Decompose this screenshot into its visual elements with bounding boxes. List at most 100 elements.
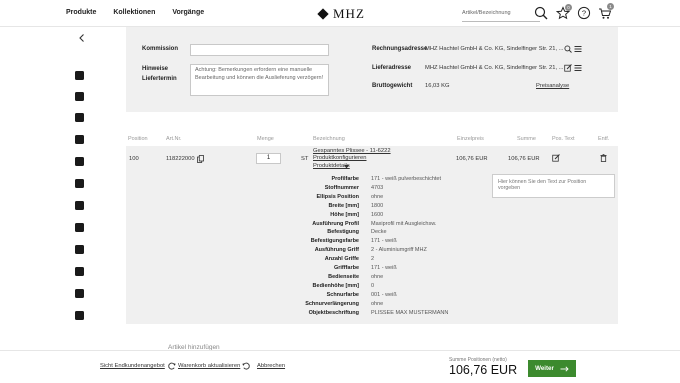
- hinweise-textarea[interactable]: Achtung: Bemerkungen erfordern eine manu…: [190, 64, 329, 96]
- roller-blind-icon[interactable]: [75, 71, 85, 81]
- attribute-label: Objektbeschriftung: [308, 309, 359, 316]
- attribute-label: Befestigungsfarbe: [310, 238, 359, 245]
- attribute-label: Ausführung Griff: [314, 247, 359, 254]
- curtain-icon[interactable]: [75, 157, 85, 167]
- menu-icon[interactable]: [574, 45, 582, 53]
- sum-value: 106,76 EUR: [449, 363, 518, 377]
- attribute-value: 171 - weiß: [371, 265, 397, 271]
- attribute-label: Ausführung Profil: [312, 220, 359, 227]
- attribute-label: Anzahl Griffe: [324, 256, 359, 263]
- chevron-down-icon: [344, 165, 349, 169]
- attribute-label: Profilfarbe: [331, 176, 359, 182]
- rechnungsadresse-value: MHZ Hachtel GmbH & Co. KG, Sindelfinger …: [425, 46, 564, 52]
- next-button-label: Weiter: [535, 365, 554, 372]
- logo[interactable]: MHZ: [317, 6, 365, 22]
- refresh-cart-icon: [168, 362, 176, 370]
- panel-icon[interactable]: [75, 179, 85, 189]
- favorites-badge: 0: [565, 4, 572, 11]
- col-position: Position: [128, 136, 148, 142]
- attribute-value: 2: [371, 256, 375, 263]
- attribute-value: PLISSEE MAX MUSTERMANN: [371, 309, 449, 316]
- trash-icon[interactable]: [600, 154, 607, 162]
- fabric-icon[interactable]: [75, 289, 85, 299]
- attribute-label: Grifffarbe: [333, 265, 359, 271]
- update-cart-link[interactable]: Warenkorb aktualisieren: [178, 363, 240, 369]
- address-search-icon[interactable]: [564, 45, 572, 53]
- rail-icon[interactable]: [75, 245, 85, 255]
- attribute-value: 2 - Aluminiumgriff MHZ: [371, 247, 427, 254]
- category-sidebar: [60, 27, 100, 357]
- col-entf: Entf.: [598, 136, 610, 142]
- attribute-value: ohne: [371, 273, 384, 280]
- vertical-blind-icon[interactable]: [75, 201, 85, 211]
- nav-produkte[interactable]: Produkte: [66, 9, 96, 16]
- row-artnr: 118222000: [166, 156, 195, 162]
- attribute-label: Bedienhöhe [mm]: [312, 282, 359, 289]
- svg-text:?: ?: [582, 9, 586, 18]
- col-bezeichnung: Bezeichnung: [313, 136, 345, 142]
- product-configure-link[interactable]: Produktkonfigurieren: [313, 155, 367, 161]
- product-title-link[interactable]: Gespanntes Plissee - 11-6222: [313, 148, 391, 154]
- attribute-value: 1600: [371, 211, 384, 218]
- logo-diamond-icon: [317, 8, 329, 20]
- liefertermin-label: Liefertermin: [142, 76, 177, 82]
- rechnungsadresse-label: Rechnungsadresse: [372, 46, 428, 52]
- nav-vorgaenge[interactable]: Vorgänge: [172, 9, 204, 16]
- bruttogewicht-value: 16,03 KG: [425, 83, 450, 89]
- search-icon[interactable]: [534, 6, 548, 20]
- attribute-value: ohne: [371, 300, 384, 307]
- col-menge: Menge: [257, 136, 274, 142]
- blind-icon[interactable]: [75, 92, 85, 102]
- top-bar: Produkte Kollektionen Vorgänge MHZ Artik…: [0, 0, 680, 27]
- accessory-icon[interactable]: [75, 311, 85, 321]
- attribute-value: Maxiprofil mit Ausgleichsw.: [371, 220, 437, 227]
- awning-icon[interactable]: [75, 223, 85, 233]
- hinweise-label: Hinweise: [142, 66, 169, 72]
- preisanalyse-link[interactable]: Preisanalyse: [536, 83, 569, 89]
- attribute-label: Schnurfarbe: [326, 291, 359, 298]
- col-pos-text: Pos. Text: [552, 136, 575, 142]
- bruttogewicht-label: Bruttogewicht: [372, 83, 413, 89]
- position-text-input[interactable]: Hier können Sie den Text zur Position vo…: [492, 174, 615, 198]
- nav-kollektionen[interactable]: Kollektionen: [113, 9, 155, 16]
- search-placeholder: Artikel/Bezeichnung: [462, 10, 511, 16]
- customer-offer-link[interactable]: Sicht Endkundenangebot: [100, 363, 165, 369]
- attribute-label: Bedienseite: [328, 273, 359, 280]
- attribute-label: Befestigung: [327, 229, 359, 236]
- col-summe: Summe: [517, 136, 536, 142]
- quantity-input[interactable]: 1: [256, 153, 281, 164]
- copy-icon[interactable]: [197, 155, 204, 163]
- attribute-value: Decke: [371, 229, 387, 236]
- menu-icon[interactable]: [574, 64, 582, 72]
- pleated-blind-icon[interactable]: [75, 135, 85, 145]
- attribute-label: Höhe [mm]: [330, 211, 359, 218]
- next-button[interactable]: Weiter: [528, 360, 576, 377]
- col-einzelpreis: Einzelpreis: [457, 136, 484, 142]
- undo-icon: [242, 362, 250, 370]
- row-einzelpreis: 106,76 EUR: [456, 156, 488, 162]
- attribute-value: 171 - weiß pulverbeschichtet: [371, 176, 442, 182]
- kommission-label: Kommission: [142, 46, 179, 52]
- edit-text-icon[interactable]: [552, 154, 560, 162]
- attribute-label: Breite [mm]: [328, 202, 359, 209]
- logo-text: MHZ: [333, 6, 365, 21]
- attribute-value: 0: [371, 282, 375, 289]
- lieferadresse-value: MHZ Hachtel GmbH & Co. KG, Sindelfinger …: [425, 65, 564, 71]
- venetian-blind-icon[interactable]: [75, 113, 85, 123]
- attribute-label: Ellipsis Position: [316, 193, 359, 200]
- back-icon[interactable]: [77, 33, 87, 43]
- cancel-link[interactable]: Abbrechen: [257, 363, 285, 369]
- attribute-value: ohne: [371, 193, 384, 200]
- attribute-value: 4703: [371, 184, 384, 191]
- lieferadresse-label: Lieferadresse: [372, 65, 412, 71]
- row-unit: ST: [301, 156, 309, 162]
- row-summe: 106,76 EUR: [508, 156, 540, 162]
- arrow-right-icon: [560, 365, 569, 372]
- track-icon[interactable]: [75, 267, 85, 277]
- attribute-value: 1800: [371, 202, 384, 209]
- help-icon[interactable]: ?: [577, 6, 591, 20]
- edit-icon[interactable]: [564, 64, 572, 72]
- row-position: 100: [129, 156, 139, 162]
- main-nav: Produkte Kollektionen Vorgänge: [66, 9, 221, 16]
- kommission-input[interactable]: [190, 44, 329, 56]
